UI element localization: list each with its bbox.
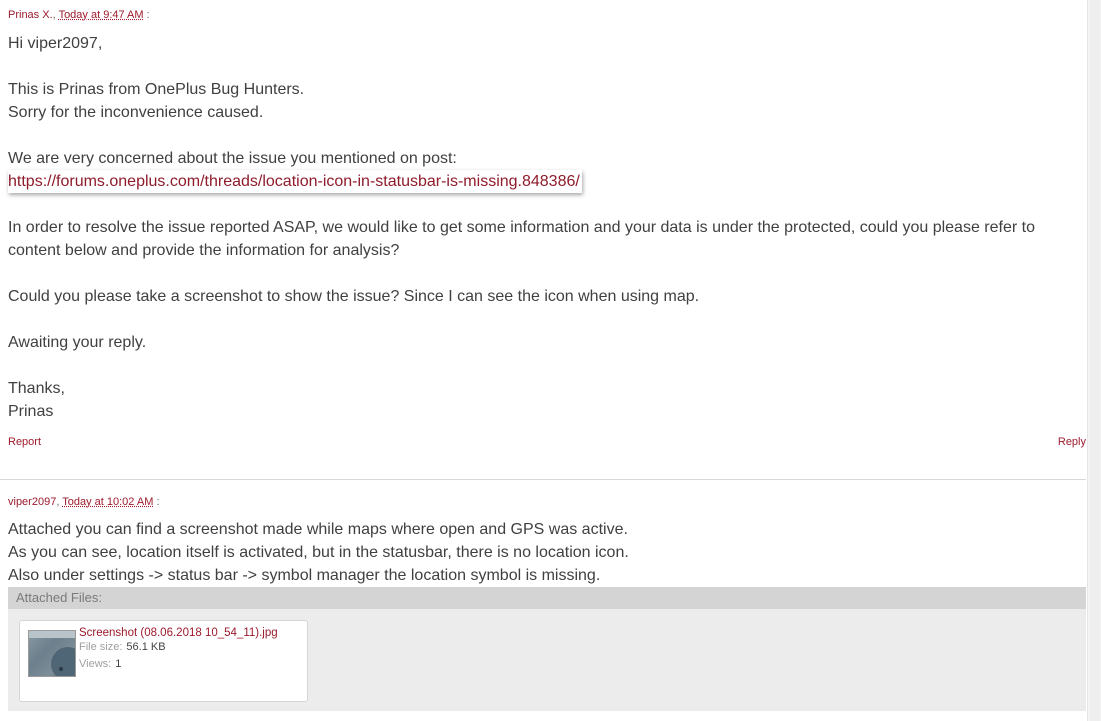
message-viper2097: viper2097, Today at 10:02 AM : Attached … — [8, 495, 1086, 587]
message-prinas: Prinas X., Today at 9:47 AM : Hi viper20… — [8, 8, 1086, 450]
views-label: Views: — [79, 658, 112, 670]
concern-text: We are very concerned about the issue yo… — [8, 150, 457, 167]
apology-text: Sorry for the inconvenience caused. — [8, 104, 264, 121]
message-body: Hi viper2097, This is Prinas from OnePlu… — [8, 32, 1086, 423]
thread-link[interactable]: https://forums.oneplus.com/threads/locat… — [8, 173, 580, 190]
attachment-filesize: File size: 56.1 KB — [79, 641, 166, 653]
message-meta: Prinas X., Today at 9:47 AM : — [8, 9, 150, 21]
awaiting-text: Awaiting your reply. — [8, 334, 147, 351]
greeting-text: Hi viper2097, — [8, 35, 103, 52]
thanks-text: Thanks, — [8, 380, 65, 397]
attached-files-panel: Attached Files: Screenshot (08.06.2018 1… — [8, 587, 1086, 711]
message-date-link[interactable]: Today at 10:02 AM — [62, 496, 153, 508]
image-thumbnail-icon[interactable] — [28, 630, 76, 677]
author-link[interactable]: Prinas X. — [8, 9, 53, 21]
signature-text: Prinas — [8, 403, 54, 420]
message-actions: Report Reply — [8, 436, 1086, 450]
message-meta: viper2097, Today at 10:02 AM : — [8, 496, 160, 508]
attached-files-list: Screenshot (08.06.2018 10_54_11).jpg Fil… — [8, 609, 1086, 711]
attached-files-header: Attached Files: — [8, 587, 1086, 609]
attachment-filename-link[interactable]: Screenshot (08.06.2018 10_54_11).jpg — [79, 627, 278, 639]
attachment-views: Views: 1 — [79, 658, 121, 670]
message-divider — [0, 479, 1086, 480]
reply-link[interactable]: Reply — [1058, 436, 1086, 448]
message-body: Attached you can find a screenshot made … — [8, 518, 1086, 587]
resolve-text-1: In order to resolve the issue reported A… — [8, 219, 1035, 236]
intro-text: This is Prinas from OnePlus Bug Hunters. — [8, 81, 305, 98]
filesize-value: 56.1 KB — [126, 641, 166, 653]
report-link[interactable]: Report — [8, 436, 41, 448]
message-date-link[interactable]: Today at 9:47 AM — [59, 9, 144, 21]
scrollbar-thumb[interactable] — [1090, 0, 1100, 721]
forum-conversation-page: Prinas X., Today at 9:47 AM : Hi viper20… — [0, 0, 1101, 721]
meta-separator: : — [146, 9, 150, 21]
location-info-text: As you can see, location itself is activ… — [8, 544, 629, 561]
attachment-card[interactable]: Screenshot (08.06.2018 10_54_11).jpg Fil… — [19, 620, 308, 702]
resolve-text-2: content below and provide the informatio… — [8, 242, 400, 259]
filesize-label: File size: — [79, 641, 123, 653]
meta-separator: : — [156, 496, 160, 508]
vertical-scrollbar[interactable] — [1087, 0, 1101, 721]
author-link[interactable]: viper2097 — [8, 496, 56, 508]
screenshot-request-text: Could you please take a screenshot to sh… — [8, 288, 700, 305]
settings-info-text: Also under settings -> status bar -> sym… — [8, 567, 601, 584]
attached-info-text: Attached you can find a screenshot made … — [8, 521, 628, 538]
views-value: 1 — [115, 658, 122, 670]
